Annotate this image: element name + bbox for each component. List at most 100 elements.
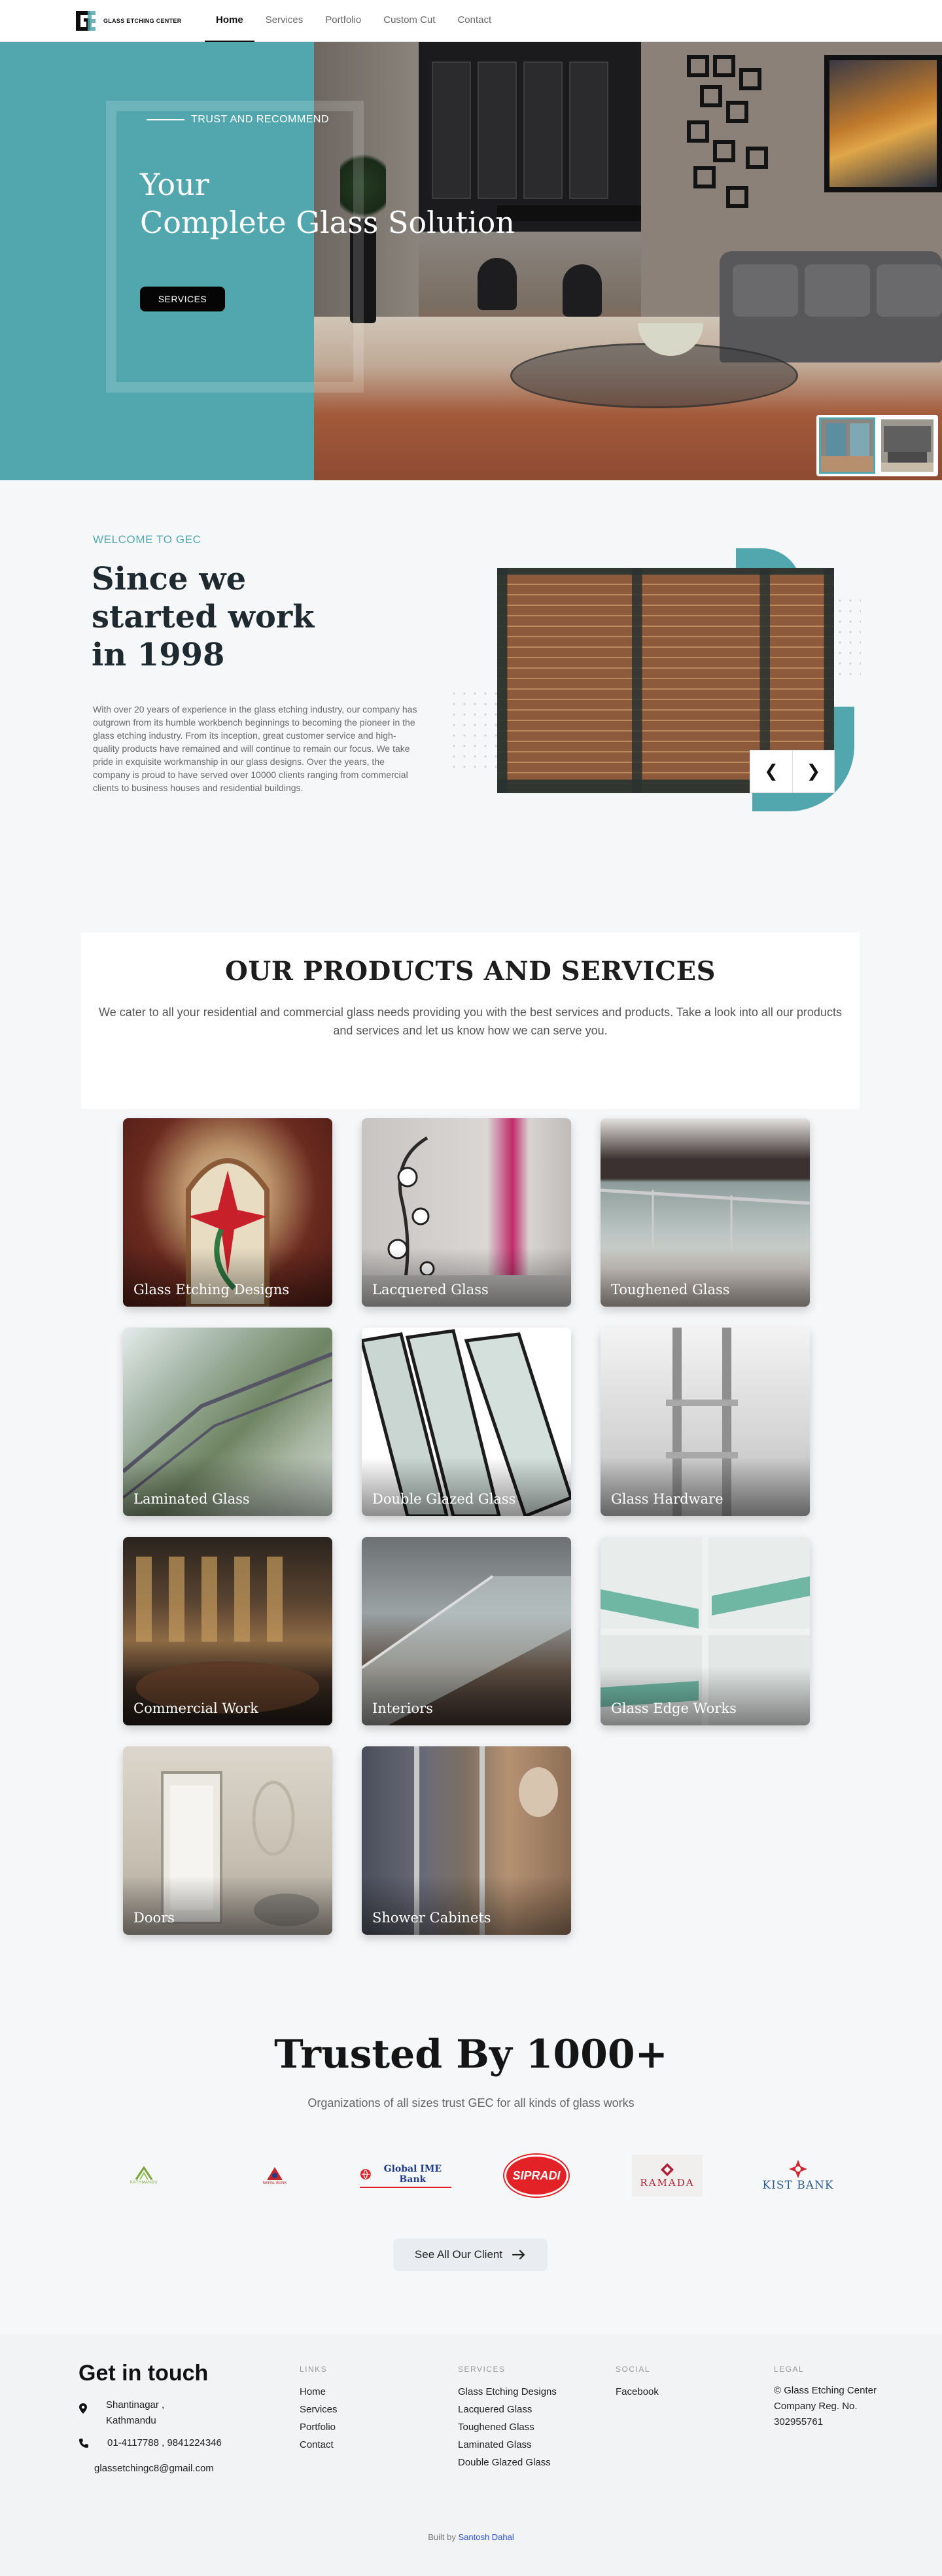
footer-link-home[interactable]: Home — [300, 2383, 338, 2401]
product-card-glass-etching[interactable]: Glass Etching Designs — [123, 1118, 332, 1307]
nepal-bank-logo-icon — [267, 2167, 283, 2180]
trusted-title: Trusted By 1000+ — [274, 2032, 668, 2077]
product-card-shower-cabinets[interactable]: Shower Cabinets — [362, 1746, 571, 1935]
product-label: Interiors — [372, 1701, 433, 1716]
footer-social-heading: SOCIAL — [616, 2365, 651, 2374]
wall-painting — [824, 55, 942, 192]
client-logo-sipradi: SIPRADI — [491, 2153, 582, 2198]
author-link[interactable]: Santosh Dahal — [458, 2532, 514, 2542]
hero-services-button[interactable]: SERVICES — [140, 287, 225, 311]
client-name: NEPAL BANK — [262, 2181, 287, 2185]
product-card-toughened-glass[interactable]: Toughened Glass — [601, 1118, 810, 1307]
product-label: Lacquered Glass — [372, 1282, 489, 1297]
product-label: Double Glazed Glass — [372, 1491, 516, 1507]
product-card-interiors[interactable]: Interiors — [362, 1537, 571, 1725]
nav-home[interactable]: Home — [205, 0, 254, 42]
footer-address-text: Shantinagar , Kathmandu — [106, 2399, 165, 2426]
dot-grid-right — [835, 595, 861, 677]
welcome-kicker: WELCOME TO GEC — [93, 533, 201, 546]
nav-contact[interactable]: Contact — [446, 0, 502, 42]
welcome-title-line1: Since we — [92, 561, 247, 597]
product-label: Toughened Glass — [611, 1282, 730, 1297]
nav-custom-cut[interactable]: Custom Cut — [372, 0, 446, 42]
welcome-slider-controls: ❮ ❯ — [750, 750, 835, 793]
footer-social-column: SOCIAL Facebook — [616, 2365, 659, 2401]
footer-link-services[interactable]: Services — [300, 2401, 338, 2418]
footer-services-heading: SERVICES — [458, 2365, 506, 2374]
hero-title-line2: Complete Glass Solution — [140, 204, 515, 240]
welcome-title: Since we started work in 1998 — [92, 560, 314, 674]
footer-link-contact[interactable]: Contact — [300, 2436, 338, 2454]
footer-email-text[interactable]: glassetchingc8@gmail.com — [94, 2461, 214, 2477]
product-label: Commercial Work — [133, 1701, 258, 1716]
product-card-double-glazed[interactable]: Double Glazed Glass — [362, 1328, 571, 1516]
footer-legal-column: LEGAL © Glass Etching Center Company Reg… — [774, 2365, 879, 2430]
footer-legal-heading: LEGAL — [774, 2365, 805, 2374]
products-subtitle: We cater to all your residential and com… — [99, 1006, 842, 1037]
product-label: Laminated Glass — [133, 1491, 250, 1507]
client-logo-kist-bank: KIST BANK — [752, 2153, 844, 2198]
footer-address: Shantinagar , Kathmandu — [78, 2397, 164, 2429]
hero-thumb-1[interactable] — [819, 417, 875, 474]
hero-frame-decoration — [106, 101, 364, 393]
hero-thumbnails — [816, 415, 938, 476]
product-card-doors[interactable]: Doors — [123, 1746, 332, 1935]
globe-logo-icon — [360, 2168, 371, 2179]
main-nav: Home Services Portfolio Custom Cut Conta… — [205, 0, 502, 42]
footer-link-portfolio[interactable]: Portfolio — [300, 2418, 338, 2436]
brand-name: GLASS ETCHING CENTER — [103, 18, 182, 24]
kathmandu-logo-icon — [135, 2166, 153, 2180]
client-logo-global-ime: Global IME Bank — [360, 2153, 451, 2198]
footer-legal-text: © Glass Etching Center Company Reg. No. … — [774, 2385, 877, 2427]
footer-services-column: SERVICES Glass Etching Designs Lacquered… — [458, 2365, 557, 2471]
footer-service-link[interactable]: Laminated Glass — [458, 2436, 557, 2454]
footer-service-link[interactable]: Toughened Glass — [458, 2418, 557, 2436]
kicker-line — [147, 119, 184, 120]
arrow-right-icon — [512, 2250, 525, 2260]
brand-logo[interactable]: GLASS ETCHING CENTER — [73, 9, 182, 33]
kist-bank-logo-icon — [789, 2160, 807, 2178]
see-all-label: See All Our Client — [414, 2248, 503, 2261]
hero-thumb-2[interactable] — [879, 417, 935, 474]
client-logo-ramada: RAMADA — [621, 2153, 713, 2198]
hero-kicker-text: TRUST AND RECOMMEND — [191, 114, 329, 125]
product-label: Glass Edge Works — [611, 1701, 737, 1716]
product-card-lacquered-glass[interactable]: Lacquered Glass — [362, 1118, 571, 1307]
location-pin-icon — [79, 2403, 87, 2414]
product-label: Doors — [133, 1910, 175, 1926]
footer-service-link[interactable]: Double Glazed Glass — [458, 2454, 557, 2471]
nav-services[interactable]: Services — [254, 0, 315, 42]
footer-facebook-link[interactable]: Facebook — [616, 2383, 659, 2401]
product-card-laminated-glass[interactable]: Laminated Glass — [123, 1328, 332, 1516]
product-label: Shower Cabinets — [372, 1910, 491, 1926]
footer-email: glassetchingc8@gmail.com — [94, 2461, 214, 2477]
product-card-glass-hardware[interactable]: Glass Hardware — [601, 1328, 810, 1516]
hero-kicker: TRUST AND RECOMMEND — [147, 114, 329, 126]
client-logos: KATHMANDU NEPAL BANK Global IME Bank SIP… — [98, 2153, 844, 2198]
welcome-title-line2: started work — [92, 599, 315, 635]
product-card-commercial-work[interactable]: Commercial Work — [123, 1537, 332, 1725]
footer-links-heading: LINKS — [300, 2365, 328, 2374]
site-footer: Get in touch Shantinagar , Kathmandu 01-… — [0, 2335, 942, 2576]
footer-phone-text[interactable]: 01-4117788 , 9841224346 — [107, 2435, 222, 2451]
gec-logo-icon — [73, 9, 98, 33]
footer-service-link[interactable]: Lacquered Glass — [458, 2401, 557, 2418]
hero-title: Your Complete Glass Solution — [140, 166, 515, 241]
product-card-glass-edge-works[interactable]: Glass Edge Works — [601, 1537, 810, 1725]
client-name: Global IME Bank — [383, 2163, 442, 2185]
hero-title-line1: Your — [140, 167, 209, 202]
top-navbar: GLASS ETCHING CENTER Home Services Portf… — [0, 0, 942, 42]
phone-icon — [79, 2439, 88, 2448]
see-all-clients-button[interactable]: See All Our Client — [393, 2238, 548, 2271]
client-name: KATHMANDU — [130, 2181, 158, 2185]
slider-prev-button[interactable]: ❮ — [750, 750, 792, 792]
nav-portfolio[interactable]: Portfolio — [314, 0, 372, 42]
product-label: Glass Hardware — [611, 1491, 724, 1507]
trusted-subtitle: Organizations of all sizes trust GEC for… — [307, 2096, 635, 2109]
products-header-box: OUR PRODUCTS AND SERVICES We cater to al… — [81, 932, 860, 1109]
products-title: OUR PRODUCTS AND SERVICES — [225, 956, 716, 987]
welcome-title-line3: in 1998 — [92, 637, 225, 673]
footer-service-link[interactable]: Glass Etching Designs — [458, 2383, 557, 2401]
footer-links-column: LINKS Home Services Portfolio Contact — [300, 2365, 338, 2454]
slider-next-button[interactable]: ❯ — [792, 750, 834, 792]
